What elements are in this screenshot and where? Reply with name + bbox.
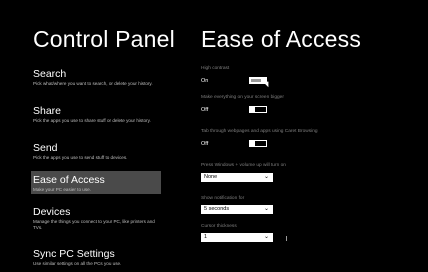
sidebar-item-desc: Pick the apps you use to send stuff to d…: [33, 155, 128, 160]
sidebar-item-desc: Manage the things you connect to your PC…: [33, 219, 155, 230]
toggle-thumb: [249, 106, 255, 113]
cursor-preview: [286, 236, 287, 241]
sidebar-item-devices[interactable]: Devices Manage the things you connect to…: [33, 206, 163, 231]
sidebar-item-send[interactable]: Send Pick the apps you use to send stuff…: [33, 142, 163, 161]
cursor-thickness-select[interactable]: 1 ⌄: [201, 233, 273, 242]
sidebar-item-desc: Use similar settings on all the PCs you …: [33, 261, 122, 266]
sidebar-item-desc: Make your PC easier to use.: [33, 187, 91, 192]
setting-label: Cursor thickness: [201, 224, 237, 229]
sidebar-item-search[interactable]: Search Pick what/where you want to searc…: [33, 68, 163, 87]
select-value: None: [204, 174, 218, 180]
setting-label: Make everything on your screen bigger: [201, 95, 284, 100]
sidebar-item-label: Sync PC Settings: [33, 248, 115, 260]
select-value: 1: [204, 234, 208, 240]
chevron-down-icon: ⌄: [263, 206, 269, 212]
toggle-thumb: [249, 140, 255, 147]
select-value: 5 seconds: [204, 206, 230, 212]
caret-browsing-toggle[interactable]: [249, 140, 267, 147]
control-panel-window: Control Panel Ease of Access Search Pick…: [0, 0, 428, 272]
toggle-state-text: Off: [201, 141, 209, 147]
sidebar-item-label: Send: [33, 142, 58, 154]
section-title: Ease of Access: [201, 26, 362, 52]
sidebar-item-desc: Pick the apps you use to share stuff or …: [33, 118, 151, 123]
toggle-state-text: On: [201, 78, 209, 84]
sidebar-item-ease-of-access[interactable]: Ease of Access Make your PC easier to us…: [31, 171, 161, 194]
sidebar-item-desc: Pick what/where you want to search, or d…: [33, 81, 153, 86]
notification-duration-select[interactable]: 5 seconds ⌄: [201, 205, 273, 214]
make-bigger-toggle[interactable]: [249, 106, 267, 113]
press-windows-select[interactable]: None ⌄: [201, 173, 273, 182]
chevron-down-icon: ⌄: [263, 174, 269, 180]
setting-label: Show notification for: [201, 196, 245, 201]
sidebar-item-sync-pc-settings[interactable]: Sync PC Settings Use similar settings on…: [33, 248, 163, 267]
page-title: Control Panel: [33, 26, 175, 52]
setting-label: Press Windows + volume up will turn on: [201, 163, 286, 168]
setting-label: High contrast: [201, 66, 230, 71]
sidebar-item-share[interactable]: Share Pick the apps you use to share stu…: [33, 105, 163, 124]
mouse-pointer-icon: [262, 78, 272, 88]
toggle-fill: [251, 79, 261, 82]
setting-label: Tab through webpages and apps using Care…: [201, 129, 318, 134]
sidebar-item-label: Search: [33, 68, 67, 80]
chevron-down-icon: ⌄: [263, 234, 269, 240]
sidebar-item-label: Share: [33, 105, 62, 117]
sidebar-item-label: Ease of Access: [33, 174, 105, 186]
toggle-state-text: Off: [201, 107, 209, 113]
sidebar-item-label: Devices: [33, 206, 71, 218]
